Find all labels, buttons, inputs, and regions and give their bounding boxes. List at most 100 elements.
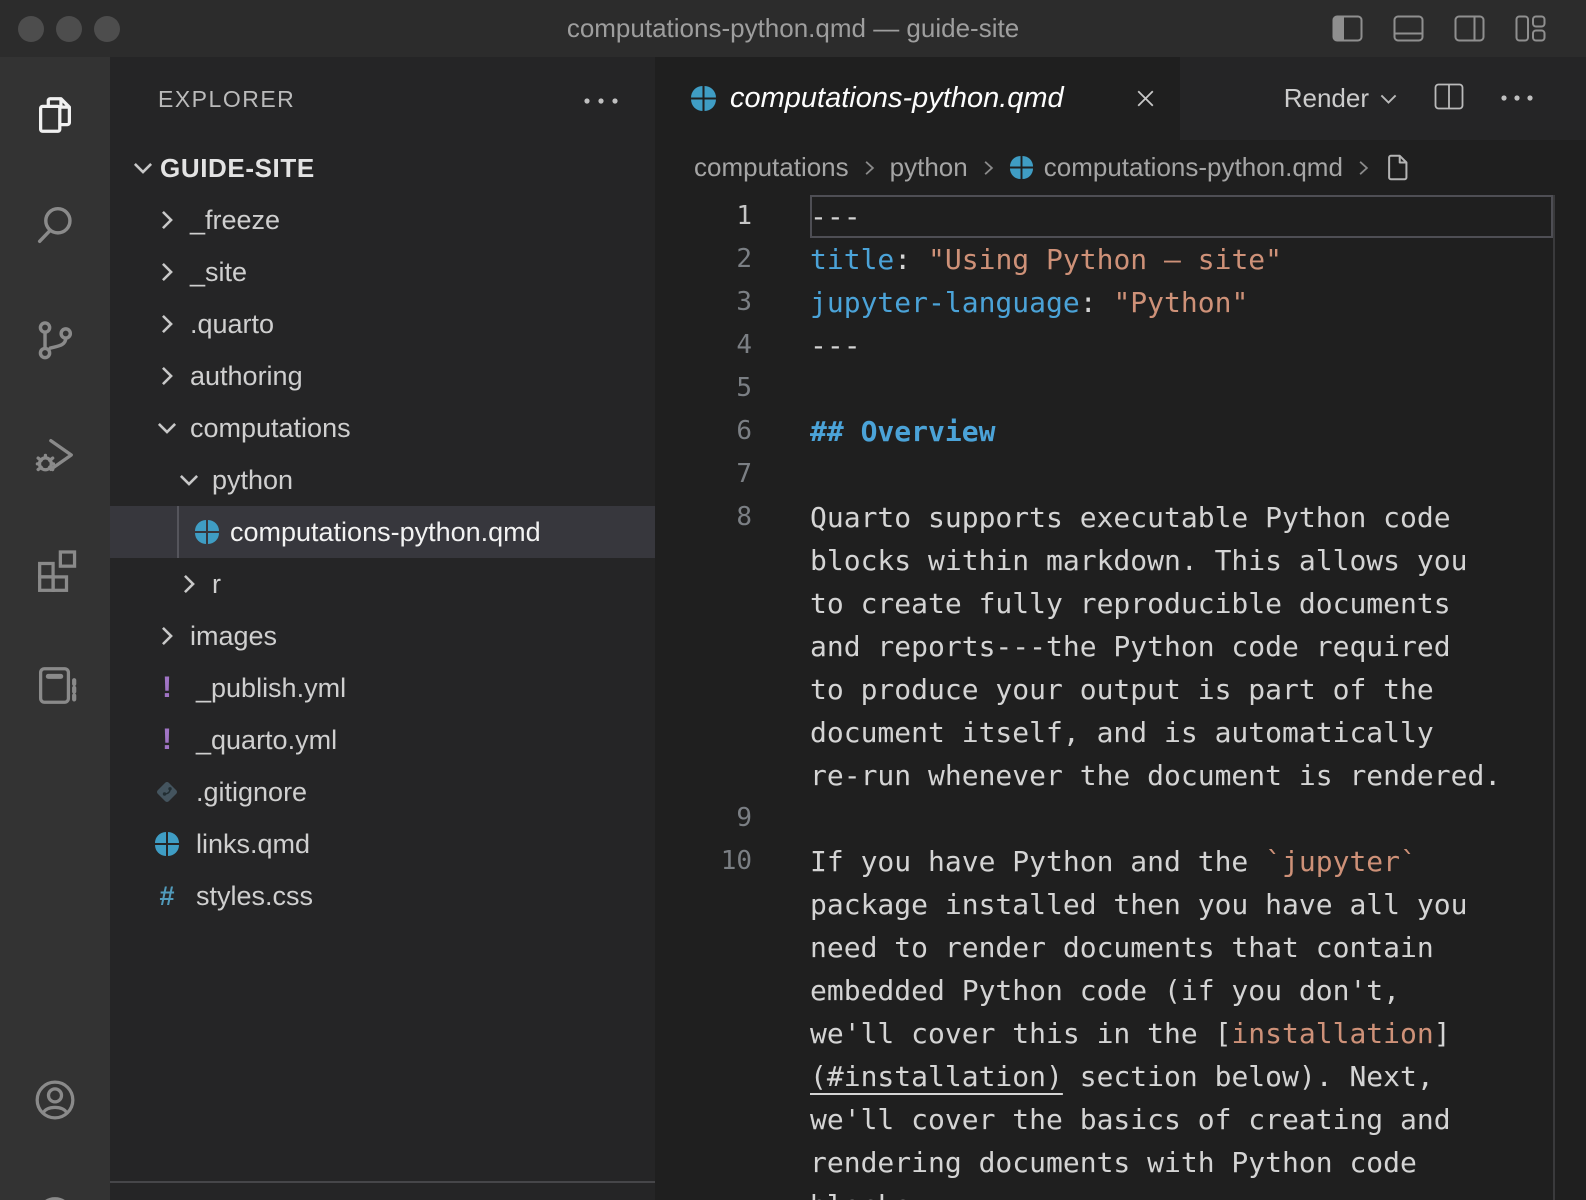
chevron-down-icon xyxy=(1379,93,1398,105)
line-content: ## Overview xyxy=(810,410,1553,453)
tree-item--freeze[interactable]: _freeze xyxy=(110,194,655,246)
split-editor-icon[interactable] xyxy=(1434,83,1464,115)
line-content: (#installation) section below). Next, xyxy=(810,1055,1553,1098)
code-line: we'll cover this in the [installation] xyxy=(655,1012,1586,1055)
tree-item--gitignore[interactable]: .gitignore xyxy=(110,766,655,818)
tree-item--publish-yml[interactable]: !_publish.yml xyxy=(110,662,655,714)
breadcrumb-item-symbol[interactable] xyxy=(1384,153,1411,182)
settings-gear-icon[interactable] xyxy=(32,1192,78,1200)
code-line: to create fully reproducible documents xyxy=(655,582,1586,625)
tree-item-computations-python-qmd[interactable]: computations-python.qmd xyxy=(110,506,655,558)
outline-title: OUTLINE xyxy=(162,1196,271,1200)
search-icon[interactable] xyxy=(32,202,78,248)
line-content: jupyter-language: "Python" xyxy=(810,281,1553,324)
line-content: re-run whenever the document is rendered… xyxy=(810,754,1553,797)
breadcrumb-item-python[interactable]: python xyxy=(890,152,968,183)
tree-item-links-qmd[interactable]: links.qmd xyxy=(110,818,655,870)
line-content xyxy=(810,453,1553,496)
line-content: title: "Using Python — site" xyxy=(810,238,1553,281)
tab-bar: computations-python.qmd Render xyxy=(655,57,1586,140)
line-number xyxy=(655,1184,752,1200)
code-line: 2title: "Using Python — site" xyxy=(655,238,1586,281)
tree-root-guide-site[interactable]: GUIDE-SITE xyxy=(110,142,655,194)
code-line: 3jupyter-language: "Python" xyxy=(655,281,1586,324)
code-line: (#installation) section below). Next, xyxy=(655,1055,1586,1098)
breadcrumb-separator-icon xyxy=(862,159,877,177)
tree-item--site[interactable]: _site xyxy=(110,246,655,298)
breadcrumb-item-computations-python-qmd[interactable]: computations-python.qmd xyxy=(1009,152,1343,183)
breadcrumb-label: computations xyxy=(694,152,849,183)
layout-customize-icon[interactable] xyxy=(1515,15,1546,42)
yaml-file-icon: ! xyxy=(154,675,180,701)
code-line: rendering documents with Python code xyxy=(655,1141,1586,1184)
editor-group: computations-python.qmd Render xyxy=(655,57,1586,1200)
line-number xyxy=(655,711,752,754)
run-debug-icon[interactable] xyxy=(32,432,78,478)
outline-header[interactable]: OUTLINE xyxy=(110,1183,655,1200)
line-content xyxy=(810,797,1553,840)
code-line: 7 xyxy=(655,453,1586,496)
line-number xyxy=(655,539,752,582)
notebook-icon[interactable] xyxy=(32,662,78,708)
editor-content[interactable]: 1---2title: "Using Python — site"3jupyte… xyxy=(655,195,1586,1200)
tree-item-label: styles.css xyxy=(196,881,313,912)
breadcrumb-item-computations[interactable]: computations xyxy=(694,152,849,183)
tree-item-images[interactable]: images xyxy=(110,610,655,662)
tree-item--quarto-yml[interactable]: !_quarto.yml xyxy=(110,714,655,766)
code-line: 10If you have Python and the `jupyter` xyxy=(655,840,1586,883)
tree-item-label: computations xyxy=(190,413,351,444)
line-number xyxy=(655,754,752,797)
code-line: 1--- xyxy=(655,195,1586,238)
code-line: 9 xyxy=(655,797,1586,840)
render-label: Render xyxy=(1284,83,1369,114)
chevron-right-icon xyxy=(176,571,202,597)
chevron-down-icon xyxy=(176,467,202,493)
layout-sidebar-right-icon[interactable] xyxy=(1454,15,1485,42)
line-content: blocks within markdown. This allows you xyxy=(810,539,1553,582)
indent-guide xyxy=(177,506,179,558)
tab-computations-python-qmd[interactable]: computations-python.qmd xyxy=(655,57,1180,140)
tree-item-authoring[interactable]: authoring xyxy=(110,350,655,402)
tree-item-python[interactable]: python xyxy=(110,454,655,506)
line-number xyxy=(655,582,752,625)
source-control-icon[interactable] xyxy=(32,317,78,363)
extensions-icon[interactable] xyxy=(32,547,78,593)
line-number xyxy=(655,1141,752,1184)
close-tab-icon[interactable] xyxy=(1132,86,1158,112)
accounts-icon[interactable] xyxy=(32,1077,78,1123)
tree-item-r[interactable]: r xyxy=(110,558,655,610)
root-folder-label: GUIDE-SITE xyxy=(160,153,315,184)
code-line: we'll cover the basics of creating and xyxy=(655,1098,1586,1141)
chevron-right-icon xyxy=(154,259,180,285)
chevron-right-icon xyxy=(154,363,180,389)
tree-item--quarto[interactable]: .quarto xyxy=(110,298,655,350)
line-content: document itself, and is automatically xyxy=(810,711,1553,754)
line-number xyxy=(655,1012,752,1055)
quarto-file-icon xyxy=(690,85,717,112)
activity-bar xyxy=(0,57,110,1200)
line-number xyxy=(655,625,752,668)
tree-item-computations[interactable]: computations xyxy=(110,402,655,454)
code-line: need to render documents that contain xyxy=(655,926,1586,969)
render-button[interactable]: Render xyxy=(1284,83,1398,114)
outline-section: OUTLINE xyxy=(110,1181,655,1200)
line-content: and reports---the Python code required xyxy=(810,625,1553,668)
line-content xyxy=(810,367,1553,410)
more-actions-icon[interactable] xyxy=(1500,90,1534,108)
explorer-header: EXPLORER xyxy=(110,57,655,142)
explorer-title: EXPLORER xyxy=(158,86,295,113)
tree-item-label: links.qmd xyxy=(196,829,310,860)
tree-item-label: .gitignore xyxy=(196,777,307,808)
line-content: embedded Python code (if you don't, xyxy=(810,969,1553,1012)
file-tree: _freeze _site .quarto authoring computations… xyxy=(110,194,655,922)
layout-panel-icon[interactable] xyxy=(1393,15,1424,42)
tree-item-label: _site xyxy=(190,257,247,288)
explorer-icon[interactable] xyxy=(32,92,78,138)
tree-item-label: authoring xyxy=(190,361,303,392)
explorer-more-actions-icon[interactable] xyxy=(582,93,620,111)
css-file-icon: # xyxy=(154,883,180,909)
line-number: 8 xyxy=(655,496,752,539)
quarto-file-icon xyxy=(194,519,220,545)
tree-item-styles-css[interactable]: # styles.css xyxy=(110,870,655,922)
layout-sidebar-left-icon[interactable] xyxy=(1332,15,1363,42)
